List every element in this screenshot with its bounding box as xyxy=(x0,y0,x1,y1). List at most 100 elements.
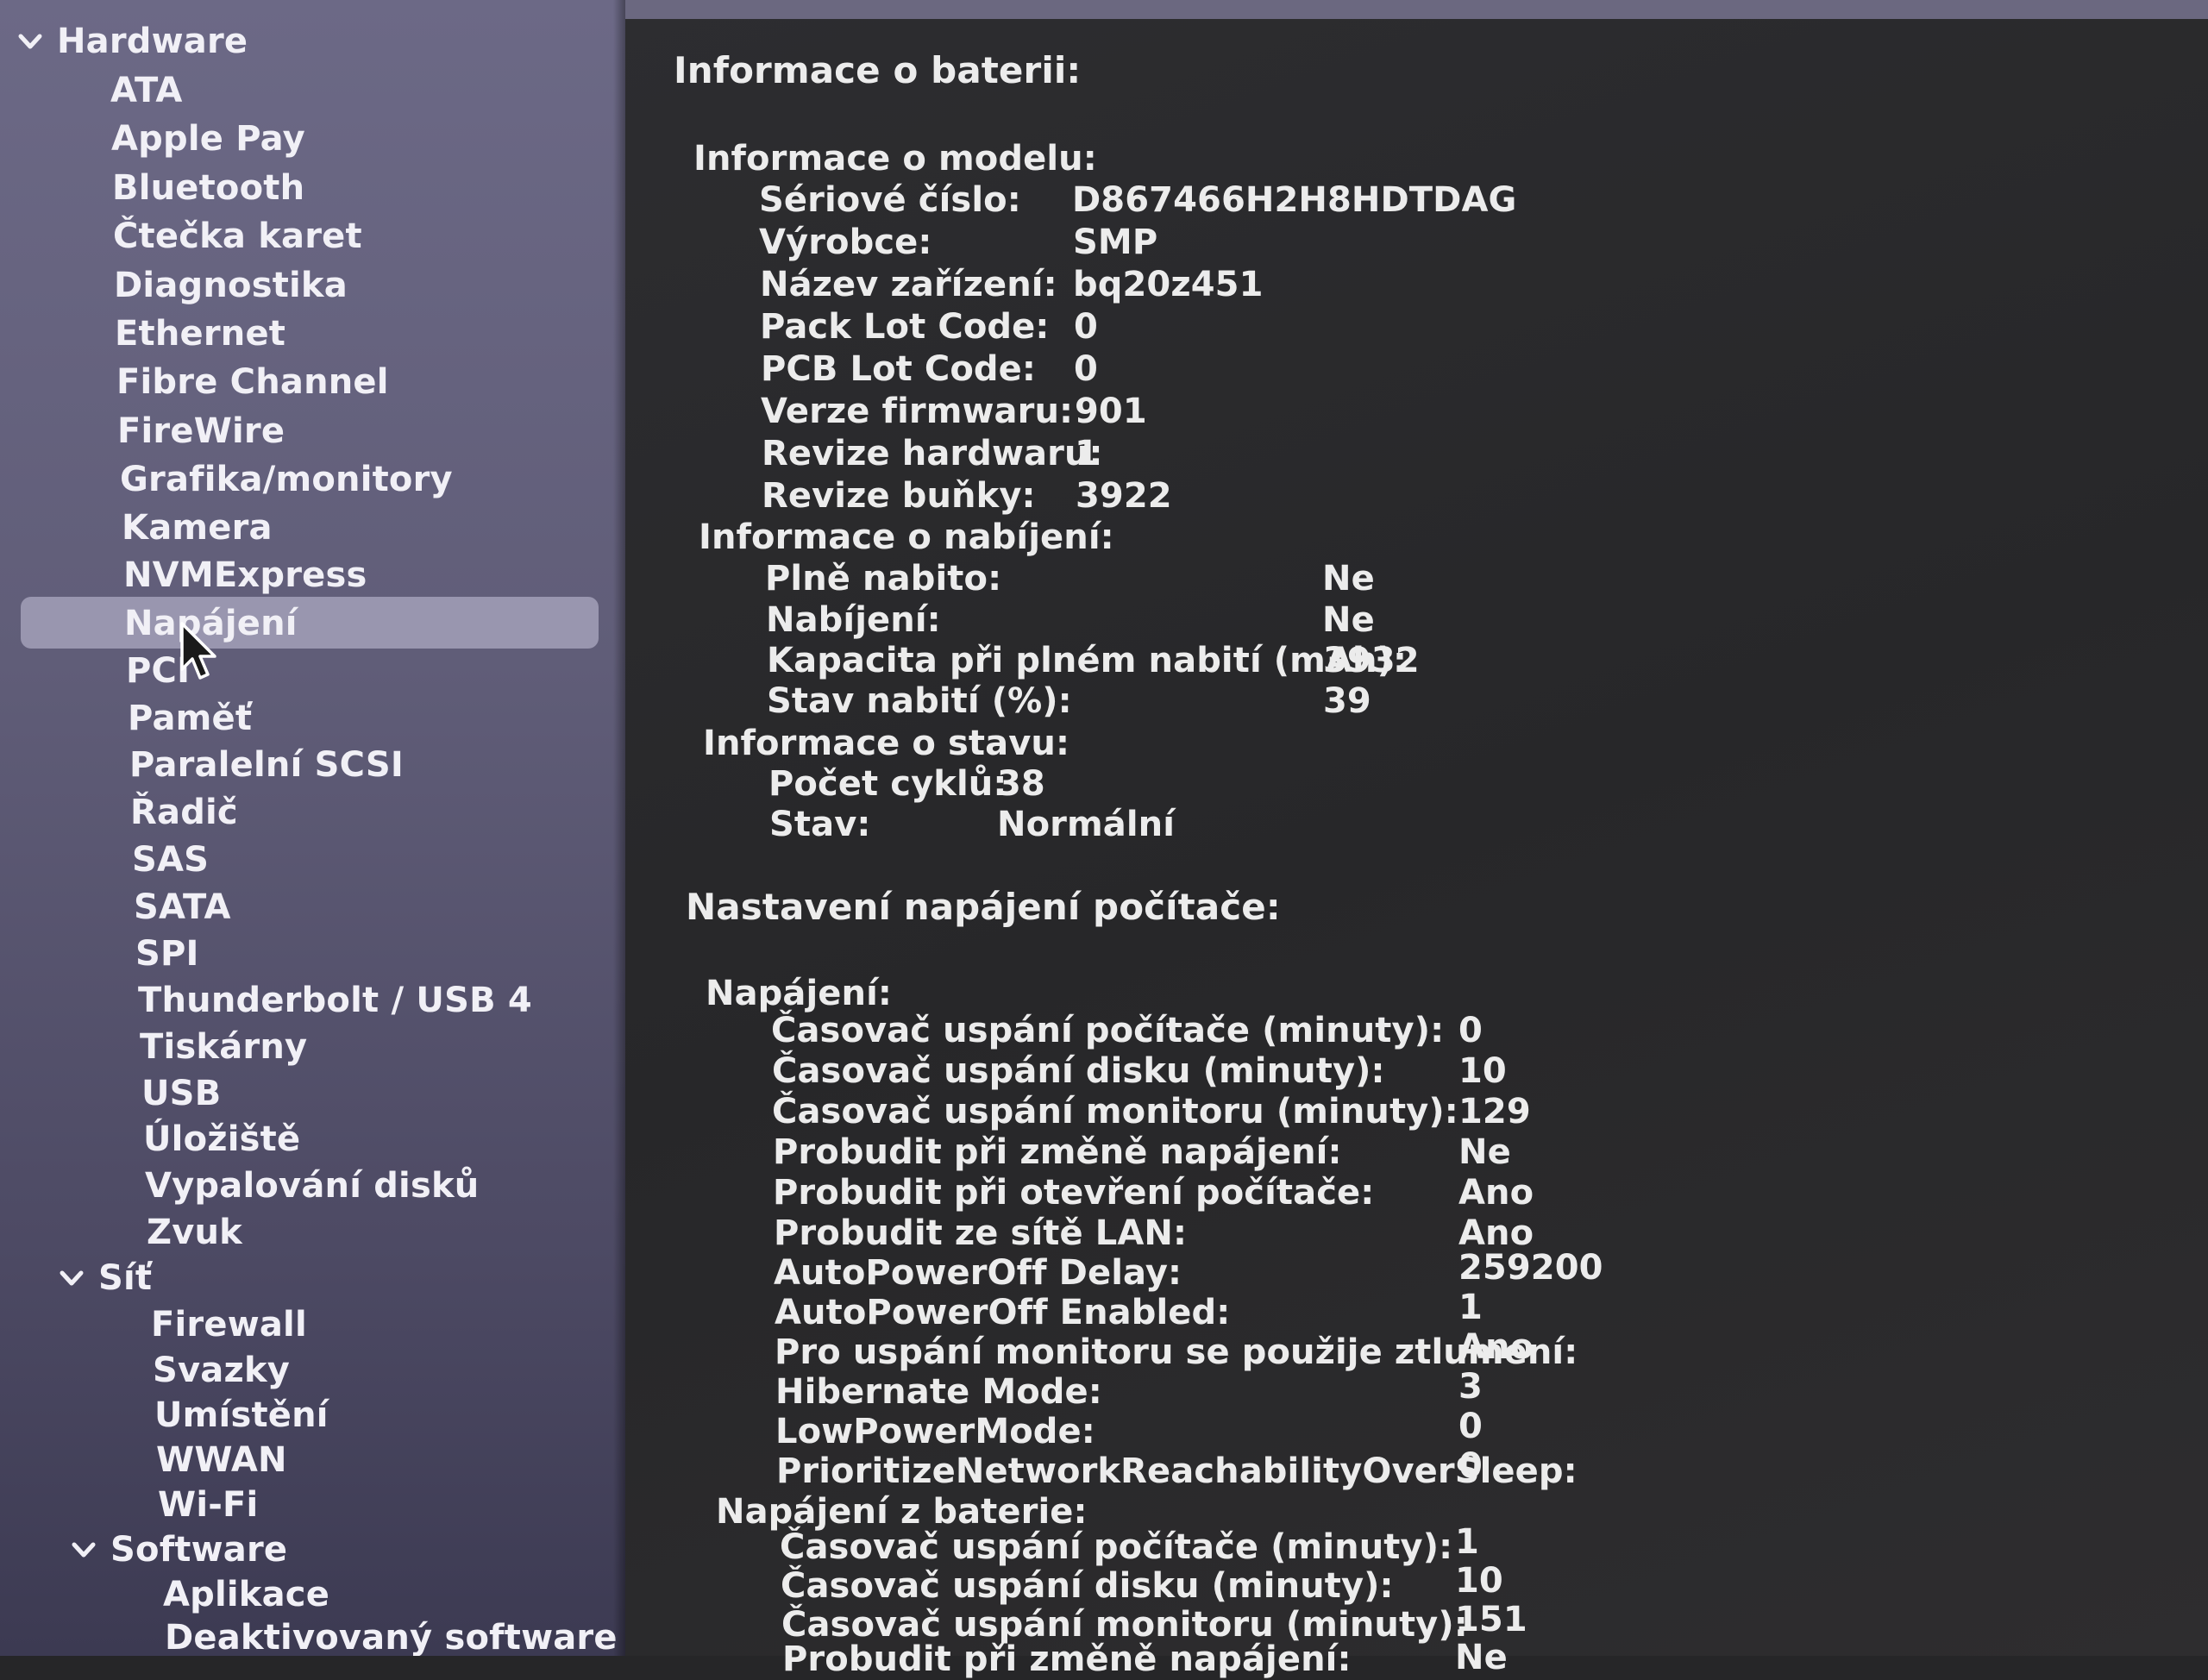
pack-lot-code-value: 0 xyxy=(1074,307,1098,347)
sidebar-item-firewall[interactable]: Firewall xyxy=(151,1303,307,1346)
info-label: Časovač uspání disku (minuty): xyxy=(781,1566,1394,1606)
battery-wake-on-power-change-value: Ne xyxy=(1455,1638,1508,1677)
info-label: Počet cyklů: xyxy=(768,764,1007,804)
cell-revision-value: 3922 xyxy=(1076,476,1172,516)
sidebar-item-applications[interactable]: Aplikace xyxy=(163,1573,329,1616)
info-label: PCB Lot Code: xyxy=(761,349,1036,389)
chevron-down-icon[interactable] xyxy=(55,1262,88,1294)
fully-charged-value: Ne xyxy=(1322,559,1375,599)
info-label: Verze firmwaru: xyxy=(761,392,1074,431)
sidebar-group-label: Software xyxy=(110,1530,288,1570)
network-reachability-value: 0 xyxy=(1458,1446,1483,1486)
info-label: Revize buňky: xyxy=(762,476,1036,516)
sidebar-item-locations[interactable]: Umístění xyxy=(154,1394,329,1437)
info-label: AutoPowerOff Enabled: xyxy=(775,1293,1231,1332)
sidebar-item-sata[interactable]: SATA xyxy=(134,886,231,929)
low-power-mode-value: 0 xyxy=(1458,1407,1483,1446)
chevron-down-icon[interactable] xyxy=(14,25,47,58)
disk-sleep-timer-value: 10 xyxy=(1458,1051,1507,1091)
info-label: Časovač uspání počítače (minuty): xyxy=(780,1527,1453,1567)
sidebar-item-audio[interactable]: Zvuk xyxy=(147,1211,242,1254)
info-label: Kapacita při plném nabití (mAh): xyxy=(767,641,1408,680)
sidebar-item-thunderbolt[interactable]: Thunderbolt / USB 4 xyxy=(138,979,532,1022)
charging-value: Ne xyxy=(1322,600,1375,640)
sidebar-item-firewire[interactable]: FireWire xyxy=(117,410,285,453)
device-name-value: bq20z451 xyxy=(1073,265,1264,304)
sidebar-item-diagnostics[interactable]: Diagnostika xyxy=(114,264,348,307)
battery-disk-sleep-value: 10 xyxy=(1455,1561,1503,1601)
wake-on-power-change-value: Ne xyxy=(1458,1132,1511,1172)
selection-highlight xyxy=(21,597,599,649)
info-label: Časovač uspání počítače (minuty): xyxy=(771,1011,1445,1050)
sidebar-item-disabled-software[interactable]: Deaktivovaný software xyxy=(165,1616,618,1656)
info-label: Hibernate Mode: xyxy=(775,1372,1102,1412)
sidebar-item-memory[interactable]: Paměť xyxy=(128,697,252,740)
sidebar-item-spi[interactable]: SPI xyxy=(135,932,199,975)
sidebar-item-card-reader[interactable]: Čtečka karet xyxy=(113,215,362,258)
sidebar-item-controller[interactable]: Řadič xyxy=(130,791,238,834)
toolbar-strip xyxy=(625,0,2208,19)
hibernate-mode-value: 3 xyxy=(1458,1367,1483,1407)
sidebar-item-parallel-scsi[interactable]: Paralelní SCSI xyxy=(129,743,404,787)
sidebar-item-storage[interactable]: Úložiště xyxy=(143,1118,300,1161)
mouse-pointer-icon xyxy=(179,621,219,681)
sidebar-item-volumes[interactable]: Svazky xyxy=(153,1349,290,1392)
firmware-version-value: 901 xyxy=(1075,392,1147,431)
sidebar-item-camera[interactable]: Kamera xyxy=(122,506,273,549)
battery-display-sleep-value: 151 xyxy=(1455,1600,1527,1639)
manufacturer-value: SMP xyxy=(1073,223,1158,262)
ac-power-header: Napájení: xyxy=(706,974,893,1013)
sidebar-group-software[interactable]: Software xyxy=(67,1528,287,1571)
sidebar-item-ata[interactable]: ATA xyxy=(110,69,183,112)
health-info-header: Informace o stavu: xyxy=(703,724,1070,763)
sidebar-item-wifi[interactable]: Wi-Fi xyxy=(158,1483,258,1526)
info-label: Název zařízení: xyxy=(760,265,1057,304)
autopoweroff-delay-value: 259200 xyxy=(1458,1248,1603,1288)
info-label: Probudit při otevření počítače: xyxy=(773,1173,1375,1213)
info-label: Plně nabito: xyxy=(765,559,1002,599)
sidebar-item-sas[interactable]: SAS xyxy=(132,838,209,881)
info-label: Revize hardwaru: xyxy=(762,434,1103,473)
state-of-charge-value: 39 xyxy=(1323,681,1371,721)
info-label: Časovač uspání disku (minuty): xyxy=(772,1051,1385,1091)
sidebar-item-graphics[interactable]: Grafika/monitory xyxy=(120,458,453,501)
sidebar-item-usb[interactable]: USB xyxy=(141,1072,221,1115)
hardware-revision-value: 1 xyxy=(1075,434,1099,473)
info-label: Nabíjení: xyxy=(766,600,941,640)
sidebar-item-fibre-channel[interactable]: Fibre Channel xyxy=(116,360,389,404)
sidebar-group-hardware[interactable]: Hardware xyxy=(14,20,248,63)
info-label: Pro uspání monitoru se použije ztlumení: xyxy=(775,1332,1578,1372)
info-label: Pack Lot Code: xyxy=(760,307,1050,347)
autopoweroff-enabled-value: 1 xyxy=(1458,1288,1483,1327)
sidebar-group-network[interactable]: Síť xyxy=(55,1257,152,1300)
charge-info-header: Informace o nabíjení: xyxy=(699,517,1114,557)
battery-section-title: Informace o baterii: xyxy=(674,49,1082,91)
info-label: PrioritizeNetworkReachabilityOverSleep: xyxy=(776,1451,1578,1491)
sidebar-item-wwan[interactable]: WWAN xyxy=(156,1439,287,1482)
pcb-lot-code-value: 0 xyxy=(1074,349,1098,389)
detail-pane: Informace o baterii: Informace o modelu:… xyxy=(625,0,2208,1679)
sidebar-item-printers[interactable]: Tiskárny xyxy=(140,1025,307,1069)
sidebar-item-ethernet[interactable]: Ethernet xyxy=(115,312,285,355)
sidebar: Hardware ATA Apple Pay Bluetooth Čtečka … xyxy=(0,0,625,1656)
power-section-title: Nastavení napájení počítače: xyxy=(686,886,1281,928)
full-charge-capacity-value: 3932 xyxy=(1323,641,1420,680)
display-sleep-dim-value: Ano xyxy=(1458,1327,1534,1367)
display-sleep-timer-value: 129 xyxy=(1458,1092,1531,1131)
sidebar-item-nvmexpress[interactable]: NVMExpress xyxy=(123,554,367,597)
sidebar-item-apple-pay[interactable]: Apple Pay xyxy=(111,117,305,160)
chevron-down-icon[interactable] xyxy=(67,1533,100,1566)
info-label: Časovač uspání monitoru (minuty): xyxy=(772,1092,1458,1131)
sidebar-group-label: Síť xyxy=(98,1258,153,1298)
info-label: Probudit ze sítě LAN: xyxy=(774,1213,1188,1253)
info-label: AutoPowerOff Delay: xyxy=(774,1253,1182,1293)
model-info-header: Informace o modelu: xyxy=(693,139,1097,179)
info-label: Výrobce: xyxy=(759,223,932,262)
info-label: Stav nabití (%): xyxy=(767,681,1072,721)
cycle-count-value: 38 xyxy=(997,764,1045,804)
sidebar-item-bluetooth[interactable]: Bluetooth xyxy=(112,166,304,210)
sidebar-item-disc-burning[interactable]: Vypalování disků xyxy=(145,1164,479,1207)
info-label: Probudit při změně napájení: xyxy=(782,1639,1352,1679)
battery-system-sleep-value: 1 xyxy=(1455,1522,1479,1562)
info-label: Probudit při změně napájení: xyxy=(773,1132,1342,1172)
